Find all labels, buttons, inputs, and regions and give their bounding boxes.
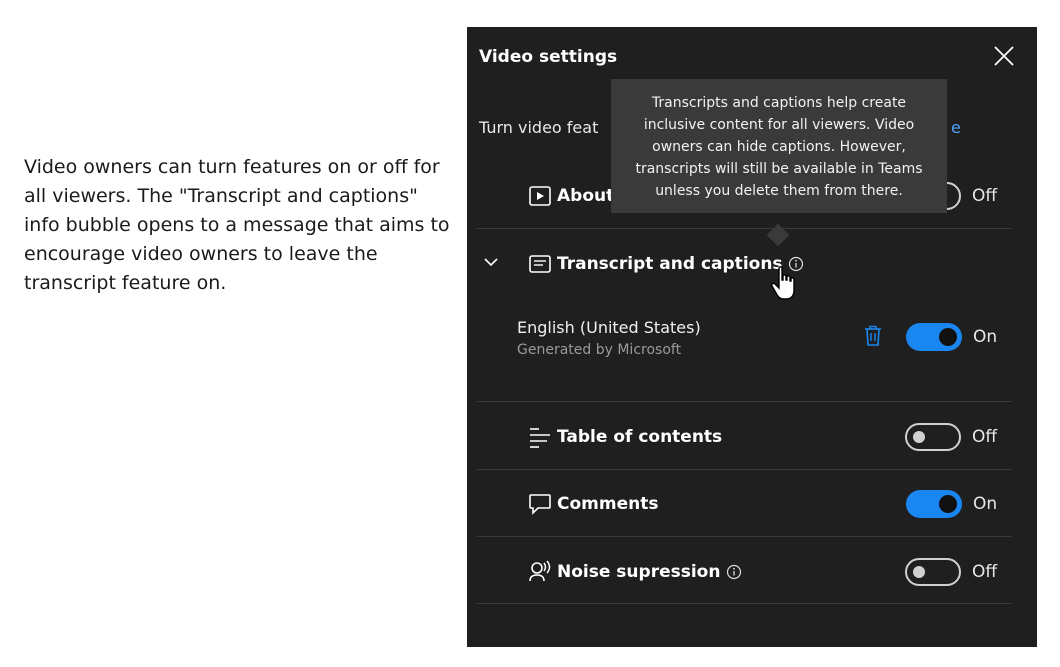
noise-suppression-icon <box>529 560 551 582</box>
list-icon <box>530 428 550 448</box>
info-tooltip: Transcripts and captions help create inc… <box>611 79 947 213</box>
transcript-language: English (United States) <box>517 318 701 337</box>
divider <box>477 401 1012 402</box>
hand-cursor-icon <box>771 266 795 300</box>
panel-subtitle: Turn video feat <box>479 118 599 137</box>
video-settings-panel: Video settings Turn video feat e About O… <box>467 27 1037 647</box>
table-of-contents-state: Off <box>972 427 998 447</box>
trash-icon[interactable] <box>862 324 884 348</box>
divider <box>477 228 1012 229</box>
comment-icon <box>529 494 551 515</box>
divider <box>477 603 1012 604</box>
noise-suppression-state: Off <box>972 562 998 582</box>
comments-state: On <box>973 494 998 514</box>
play-icon <box>529 186 551 206</box>
learn-more-link[interactable]: e <box>951 118 961 137</box>
noise-suppression-label: Noise supression <box>557 562 721 582</box>
captions-icon <box>529 255 551 273</box>
table-of-contents-toggle[interactable] <box>905 423 961 451</box>
table-of-contents-label: Table of contents <box>557 427 723 447</box>
transcript-state: On <box>973 327 998 347</box>
comments-toggle[interactable] <box>906 490 962 518</box>
transcript-toggle[interactable] <box>906 323 962 351</box>
transcript-generated-by: Generated by Microsoft <box>517 342 682 358</box>
comments-row: Comments On <box>477 471 1012 537</box>
description-text: Video owners can turn features on or off… <box>24 156 450 294</box>
noise-suppression-toggle[interactable] <box>905 558 961 586</box>
divider <box>477 536 1012 537</box>
close-icon[interactable] <box>991 43 1017 69</box>
about-label: About <box>557 186 615 206</box>
comments-label: Comments <box>557 494 659 514</box>
info-icon[interactable] <box>726 564 742 580</box>
noise-suppression-row: Noise supression Off <box>477 538 1012 604</box>
divider <box>477 469 1012 470</box>
transcript-label: Transcript and captions <box>557 254 783 274</box>
about-state: Off <box>972 186 998 206</box>
transcript-row: Transcript and captions <box>477 232 1012 300</box>
table-of-contents-row: Table of contents Off <box>477 403 1012 469</box>
panel-title: Video settings <box>479 47 618 67</box>
chevron-down-icon[interactable] <box>483 256 499 268</box>
